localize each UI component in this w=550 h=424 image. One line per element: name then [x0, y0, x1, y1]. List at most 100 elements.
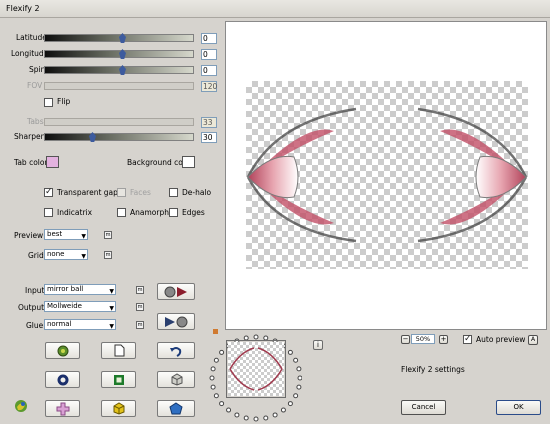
auto-preview-checkbox[interactable] [463, 334, 472, 344]
glue-value: normal [47, 320, 72, 328]
plus-shape-icon [56, 402, 69, 415]
glue-select[interactable]: normal ▼ [44, 319, 116, 330]
glue-m-button[interactable]: m [136, 321, 144, 329]
grid-label: Grid [28, 251, 44, 260]
chevron-down-icon: ▼ [109, 323, 114, 330]
ring-button[interactable] [45, 371, 80, 388]
de-halo-label: De-halo [182, 188, 212, 197]
sharpen-slider-thumb[interactable] [89, 132, 96, 142]
ring-icon [57, 374, 68, 385]
cross-button[interactable] [45, 400, 80, 417]
new-document-button[interactable] [101, 342, 136, 359]
sharpen-slider[interactable] [44, 132, 194, 142]
cancel-button[interactable]: Cancel [401, 400, 446, 415]
chevron-down-icon: ▼ [81, 233, 86, 240]
grid-value: none [47, 250, 65, 258]
edges-checkbox[interactable] [169, 208, 178, 217]
play-input-button[interactable] [157, 283, 195, 300]
zoom-in-button[interactable]: + [439, 335, 448, 344]
de-halo-checkbox[interactable] [169, 188, 178, 197]
input-m-button[interactable]: m [136, 286, 144, 294]
chevron-down-icon: ▼ [109, 288, 114, 295]
box-button[interactable] [101, 400, 136, 417]
navigator-ring-dot [234, 412, 240, 418]
help-button[interactable]: A [528, 335, 538, 345]
fov-label: FOV [27, 81, 43, 90]
edges-label: Edges [182, 208, 205, 217]
input-label: Input [25, 286, 45, 295]
dice-icon [57, 345, 68, 356]
ok-button[interactable]: OK [496, 400, 541, 415]
play-globe-icon [165, 316, 188, 327]
latitude-slider[interactable] [44, 33, 194, 43]
faces-label: Faces [130, 188, 151, 197]
preview-quality-label: Preview [14, 231, 44, 240]
preview-quality-select[interactable]: best ▼ [44, 229, 88, 240]
faces-checkbox [117, 188, 126, 197]
fov-slider [44, 82, 194, 90]
navigator-ring-dot [293, 357, 299, 363]
navigator-ring-dot [263, 415, 269, 421]
zoom-out-button[interactable]: − [401, 335, 410, 344]
spin-slider-thumb[interactable] [119, 65, 126, 75]
transparent-gaps-checkbox[interactable] [44, 187, 53, 197]
navigator-ring-dot [213, 357, 219, 363]
pentagon-icon [169, 402, 183, 415]
indicatrix-label: Indicatrix [57, 208, 93, 217]
undo-button[interactable] [157, 342, 195, 359]
navigator-thumbnail[interactable] [226, 340, 286, 398]
spin-label: Spin [29, 65, 46, 74]
longitude-input[interactable]: 0 [201, 49, 217, 60]
indicatrix-checkbox[interactable] [44, 208, 53, 217]
background-color-swatch[interactable] [182, 156, 195, 168]
navigator-ring-dot [287, 401, 293, 407]
play-output-button[interactable] [157, 313, 195, 330]
tab-color-swatch[interactable] [46, 156, 59, 168]
navigator-ring-dot [210, 366, 216, 372]
frame-icon [113, 374, 124, 385]
anamorph-checkbox[interactable] [117, 208, 126, 217]
navigator-ring-dot [243, 415, 249, 421]
title-bar[interactable]: Flexify 2 [0, 0, 550, 18]
navigator-ring-dot [296, 384, 302, 390]
navigator-ring-dot [296, 366, 302, 372]
navigator-ring-dot [297, 375, 302, 381]
undo-arrow-icon [170, 346, 182, 357]
dice-button[interactable] [157, 371, 195, 388]
navigator-ring-dot [293, 393, 299, 399]
longitude-label: Longitude [11, 49, 49, 58]
transparent-gaps-label: Transparent gaps [57, 188, 122, 197]
navigator-ring-dot [226, 407, 232, 413]
globe-play-icon [164, 286, 187, 297]
tabs-slider [44, 118, 194, 126]
fov-input: 120 [201, 81, 218, 92]
longitude-slider-thumb[interactable] [119, 49, 126, 59]
output-label: Output [18, 303, 45, 312]
sharpen-input[interactable]: 30 [201, 132, 217, 143]
preview-m-button[interactable]: m [104, 231, 112, 239]
latitude-input[interactable]: 0 [201, 33, 217, 44]
input-projection-select[interactable]: mirror ball ▼ [44, 284, 116, 295]
chevron-down-icon: ▼ [109, 305, 114, 312]
grid-m-button[interactable]: m [104, 251, 112, 259]
pentagon-button[interactable] [157, 400, 195, 417]
longitude-slider[interactable] [44, 49, 194, 59]
preview-panel[interactable] [225, 21, 547, 330]
output-m-button[interactable]: m [136, 303, 144, 311]
flip-label: Flip [57, 97, 71, 106]
grid-select[interactable]: none ▼ [44, 249, 88, 260]
spin-slider[interactable] [44, 65, 194, 75]
frame-button[interactable] [101, 371, 136, 388]
tabs-label: Tabs [27, 117, 44, 126]
navigator-ring-dot [272, 412, 278, 418]
navigator-ring-dot [209, 375, 215, 381]
anamorph-label: Anamorph [130, 208, 169, 217]
tab-color-label: Tab color [14, 158, 48, 167]
spin-input[interactable]: 0 [201, 65, 217, 76]
output-projection-select[interactable]: Mollweide ▼ [44, 301, 116, 312]
randomize-button[interactable] [45, 342, 80, 359]
zoom-level-field[interactable]: 50% [411, 334, 435, 344]
latitude-slider-thumb[interactable] [119, 33, 126, 43]
info-button[interactable]: i [313, 340, 323, 350]
flip-checkbox[interactable] [44, 98, 53, 107]
